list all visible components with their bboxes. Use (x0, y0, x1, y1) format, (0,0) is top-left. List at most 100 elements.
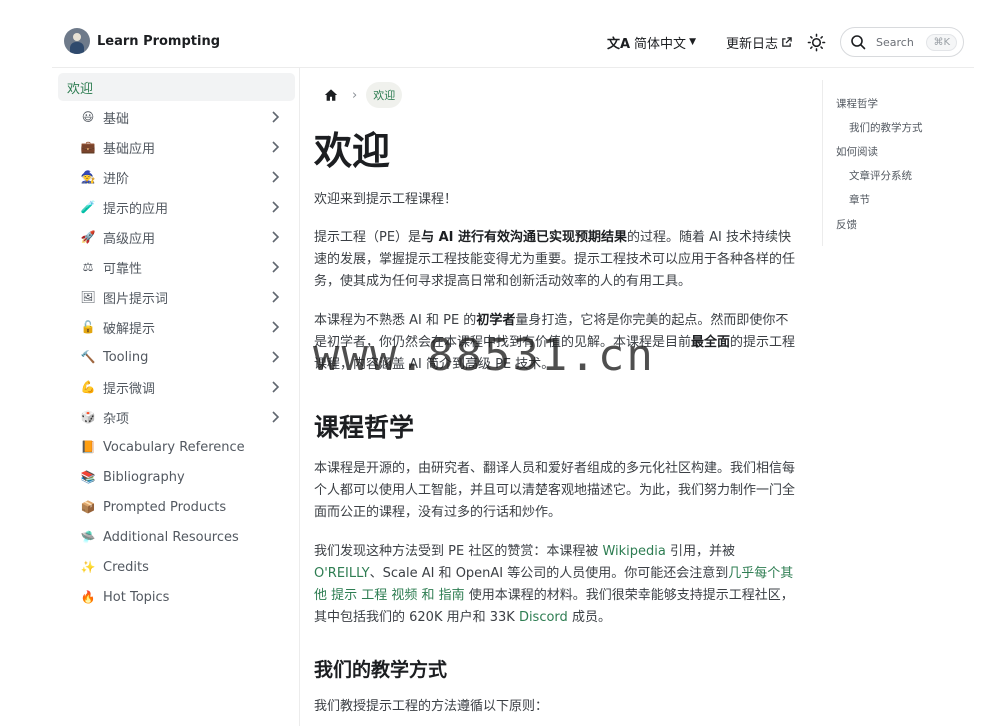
text-run: 、Scale AI 和 OpenAI 等公司的人员使用。你可能还会注意到 (369, 566, 729, 581)
package-icon: 📦 (80, 500, 96, 514)
toc-link[interactable]: 我们的教学方式 (849, 120, 923, 135)
chevron-right-icon[interactable] (267, 259, 283, 275)
sidebar-item-label: 提示的应用 (103, 201, 169, 217)
sidebar-item-label: Tooling (103, 349, 149, 365)
sidebar-item-credits[interactable]: ✨ Credits (58, 553, 295, 581)
sidebar-item-prompt-tuning[interactable]: 💪 提示微调 (58, 373, 295, 401)
table-of-contents: 课程哲学 我们的教学方式 如何阅读 文章评分系统 章节 反馈 (822, 80, 972, 246)
paragraph-community: 我们发现这种方法受到 PE 社区的赞赏：本课程被 Wikipedia 引用，并被… (314, 541, 798, 629)
intro-paragraph: 欢迎来到提示工程课程！ (314, 192, 458, 207)
sidebar-item-label: 图片提示词 (103, 291, 169, 307)
language-dropdown[interactable]: 文A 简体中文 ▼ (607, 33, 696, 52)
sidebar-item-prompt-hacking[interactable]: 🔓 破解提示 (58, 313, 295, 341)
smiley-icon: 😃 (81, 110, 95, 124)
paragraph-principles: 我们教授提示工程的方法遵循以下原则： (314, 699, 549, 714)
chevron-right-icon[interactable] (267, 409, 283, 425)
sidebar-item-image-prompting[interactable]: 🖼 图片提示词 (58, 283, 295, 311)
page-title: 欢迎 (314, 129, 391, 173)
sidebar-item-label: 基础 (103, 111, 130, 127)
oreilly-link[interactable]: O'REILLY (314, 566, 370, 581)
sun-icon (807, 33, 825, 51)
sidebar-item-advanced-applications[interactable]: 🚀 高级应用 (58, 223, 295, 251)
unlock-icon: 🔓 (80, 320, 96, 334)
brand-name: Learn Prompting (97, 33, 221, 49)
sidebar-item-intermediate[interactable]: 🧙 进阶 (58, 163, 295, 191)
sidebar-item-additional-resources[interactable]: 🛸 Additional Resources (58, 523, 295, 551)
search-placeholder: Search (876, 35, 914, 49)
sidebar-item-label: 破解提示 (103, 321, 156, 337)
test-tube-icon: 🧪 (80, 200, 96, 214)
chevron-right-icon[interactable] (267, 379, 283, 395)
home-icon[interactable] (324, 88, 338, 102)
sidebar-item-prompted-products[interactable]: 📦 Prompted Products (58, 493, 295, 521)
toc-link[interactable]: 章节 (849, 192, 870, 207)
sidebar-item-welcome[interactable]: 欢迎 (58, 73, 295, 101)
search-shortcut: ⌘K (926, 33, 957, 51)
top-navbar: Learn Prompting 文A 简体中文 ▼ 更新日志 Search ⌘K (52, 0, 974, 68)
sidebar-item-basics[interactable]: 😃 基础 (58, 103, 295, 131)
briefcase-icon: 💼 (80, 140, 96, 154)
wizard-icon: 🧙 (80, 170, 96, 184)
toc-link[interactable]: 课程哲学 (836, 96, 878, 111)
rocket-icon: 🚀 (80, 230, 96, 244)
wikipedia-link[interactable]: Wikipedia (602, 544, 665, 559)
flexed-biceps-icon: 💪 (80, 380, 96, 394)
sidebar-item-applied-prompting[interactable]: 🧪 提示的应用 (58, 193, 295, 221)
chevron-right-icon[interactable] (267, 289, 283, 305)
brand-link[interactable]: Learn Prompting (64, 28, 220, 54)
breadcrumb: › 欢迎 (324, 82, 403, 108)
chevron-right-icon[interactable] (267, 229, 283, 245)
search-button[interactable]: Search ⌘K (840, 27, 964, 57)
text-run: 提示工程（PE）是 (314, 230, 422, 245)
changelog-link[interactable]: 更新日志 (726, 33, 792, 52)
bold-text: 初学者 (476, 313, 516, 328)
fire-icon: 🔥 (80, 590, 96, 604)
sidebar: 欢迎 😃 基础 💼 基础应用 🧙 进阶 🧪 提示的应用 🚀 高级应用 ⚖ 可靠性… (52, 68, 300, 726)
chevron-right-icon[interactable] (267, 169, 283, 185)
sidebar-item-vocabulary-reference[interactable]: 📙 Vocabulary Reference (58, 433, 295, 461)
discord-link[interactable]: Discord (519, 610, 568, 625)
hammer-icon: 🔨 (80, 350, 96, 364)
sidebar-item-label: 欢迎 (67, 81, 94, 97)
chevron-right-icon[interactable] (267, 199, 283, 215)
text-run: 引用，并被 (665, 544, 735, 559)
books-icon: 📚 (80, 470, 96, 484)
translate-icon: 文A (606, 36, 631, 52)
main-content: › 欢迎 欢迎 欢迎来到提示工程课程！ 提示工程（PE）是与 AI 进行有效沟通… (300, 68, 820, 726)
caret-down-icon: ▼ (689, 37, 696, 47)
chevron-right-icon[interactable] (267, 319, 283, 335)
sidebar-item-label: 提示微调 (103, 381, 156, 397)
toc-link[interactable]: 文章评分系统 (849, 168, 912, 183)
framed-picture-icon: 🖼 (80, 290, 96, 304)
text-run: 我们发现这种方法受到 PE 社区的赞赏：本课程被 (314, 544, 603, 559)
toc-link[interactable]: 如何阅读 (836, 144, 878, 159)
chevron-right-icon[interactable] (267, 349, 283, 365)
language-label: 简体中文 (634, 36, 687, 52)
sidebar-item-basic-applications[interactable]: 💼 基础应用 (58, 133, 295, 161)
sidebar-item-bibliography[interactable]: 📚 Bibliography (58, 463, 295, 491)
sidebar-item-tooling[interactable]: 🔨 Tooling (58, 343, 295, 371)
sidebar-item-label: 进阶 (103, 171, 130, 187)
external-link-icon (782, 36, 792, 47)
search-icon (851, 35, 866, 50)
orange-book-icon: 📙 (80, 440, 96, 454)
chevron-right-icon[interactable] (267, 139, 283, 155)
sidebar-item-label: 基础应用 (103, 141, 156, 157)
sidebar-item-label: Additional Resources (103, 529, 239, 545)
sidebar-item-miscellaneous[interactable]: 🎲 杂项 (58, 403, 295, 431)
chevron-right-icon[interactable] (267, 109, 283, 125)
paragraph-open-source: 本课程是开源的，由研究者、翻译人员和爱好者组成的多元化社区构建。我们相信每个人都… (314, 461, 796, 520)
section-heading-teaching: 我们的教学方式 (314, 659, 448, 681)
text-run: 成员。 (567, 610, 611, 625)
sidebar-item-hot-topics[interactable]: 🔥 Hot Topics (58, 583, 295, 611)
toc-link[interactable]: 反馈 (836, 217, 857, 232)
sidebar-item-label: Bibliography (103, 469, 185, 485)
sidebar-item-label: Credits (103, 559, 149, 575)
theme-toggle-button[interactable] (806, 32, 826, 52)
sidebar-item-label: 杂项 (103, 411, 130, 427)
scales-icon: ⚖ (82, 260, 94, 274)
sidebar-item-label: 高级应用 (103, 231, 156, 247)
sidebar-item-label: 可靠性 (103, 261, 143, 277)
sidebar-item-reliability[interactable]: ⚖ 可靠性 (58, 253, 295, 281)
text-run: 本课程为不熟悉 AI 和 PE 的 (314, 313, 477, 328)
